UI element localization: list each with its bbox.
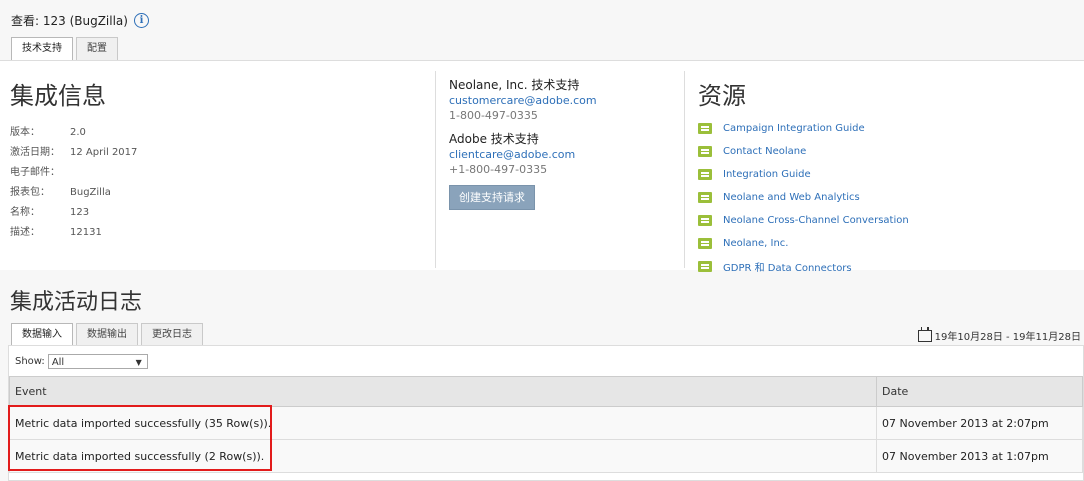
tab-data-output[interactable]: 数据输出	[76, 323, 138, 346]
column-header-event[interactable]: Event	[9, 376, 877, 407]
show-label: Show:	[15, 356, 45, 367]
document-icon	[698, 261, 712, 272]
field-email: 电子邮件：	[10, 167, 60, 178]
divider	[435, 71, 436, 268]
neolane-support-title: Neolane, Inc. 技术支持	[449, 78, 580, 92]
resource-link[interactable]: Campaign Integration Guide	[698, 117, 909, 140]
adobe-phone: +1-800-497-0335	[449, 163, 548, 176]
highlight-box	[8, 405, 272, 471]
chevron-down-icon: ▼	[135, 358, 142, 367]
tab-change-log[interactable]: 更改日志	[141, 323, 203, 346]
document-icon	[698, 215, 712, 226]
document-icon	[698, 169, 712, 180]
resource-link[interactable]: Integration Guide	[698, 163, 909, 186]
neolane-phone: 1-800-497-0335	[449, 109, 538, 122]
document-icon	[698, 146, 712, 157]
field-report-suite: 报表包： BugZilla	[10, 187, 111, 198]
create-support-request-button[interactable]: 创建支持请求	[449, 185, 535, 210]
field-activation-date: 激活日期： 12 April 2017	[10, 147, 138, 158]
date-cell: 07 November 2013 at 1:07pm	[876, 439, 1083, 473]
tab-support[interactable]: 技术支持	[11, 37, 73, 61]
page-title: 查看: 123 (BugZilla)	[11, 14, 128, 28]
resource-link[interactable]: Contact Neolane	[698, 140, 909, 163]
resource-link[interactable]: GDPR 和 Data Connectors	[698, 255, 909, 278]
page-header: 查看: 123 (BugZilla) i	[11, 12, 149, 29]
integration-info-title: 集成信息	[10, 82, 106, 110]
document-icon	[698, 238, 712, 249]
integration-info: 集成信息 版本： 2.0 激活日期： 12 April 2017 电子邮件： 报表包…	[10, 76, 137, 243]
resource-link[interactable]: Neolane and Web Analytics	[698, 186, 909, 209]
date-cell: 07 November 2013 at 2:07pm	[876, 406, 1083, 440]
info-icon[interactable]: i	[133, 13, 149, 28]
document-icon	[698, 192, 712, 203]
resources-title: 资源	[698, 82, 746, 110]
resources: 资源 Campaign Integration Guide Contact Ne…	[698, 76, 909, 278]
document-icon	[698, 123, 712, 134]
tab-data-input[interactable]: 数据输入	[11, 323, 73, 347]
resource-link[interactable]: Neolane, Inc.	[698, 232, 909, 255]
date-range-label: 19年10月28日 - 19年11月28日	[934, 332, 1081, 343]
top-tabs: 技术支持 配置	[11, 37, 121, 61]
column-header-date[interactable]: Date	[876, 376, 1083, 407]
support-contacts: Neolane, Inc. 技术支持 customercare@adobe.co…	[449, 78, 597, 210]
support-panel: 集成信息 版本： 2.0 激活日期： 12 April 2017 电子邮件： 报表包…	[0, 60, 1084, 274]
neolane-email-link[interactable]: customercare@adobe.com	[449, 93, 597, 108]
date-range-picker[interactable]: 19年10月28日 - 19年11月28日	[917, 326, 1081, 343]
resource-link[interactable]: Neolane Cross-Channel Conversation	[698, 209, 909, 232]
activity-tabs: 数据输入 数据输出 更改日志	[11, 323, 206, 347]
activity-log-title: 集成活动日志	[10, 290, 143, 315]
adobe-support-title: Adobe 技术支持	[449, 132, 539, 146]
show-filter: Show: All ▼	[15, 354, 148, 369]
field-description: 描述： 12131	[10, 227, 102, 238]
tab-config[interactable]: 配置	[76, 37, 118, 60]
calendar-icon[interactable]	[917, 326, 932, 342]
field-version: 版本： 2.0	[10, 127, 86, 138]
show-select[interactable]: All ▼	[47, 354, 148, 369]
field-name: 名称： 123	[10, 207, 90, 218]
adobe-email-link[interactable]: clientcare@adobe.com	[449, 147, 597, 162]
divider	[684, 71, 685, 268]
